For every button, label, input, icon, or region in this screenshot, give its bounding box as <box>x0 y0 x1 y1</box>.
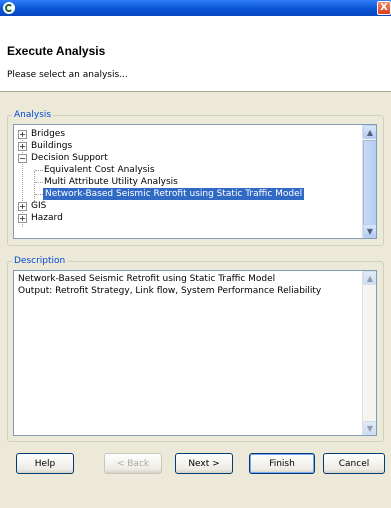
plus-box-icon[interactable]: + <box>18 130 27 139</box>
wizard-header: Execute Analysis Please select an analys… <box>0 16 391 92</box>
analysis-legend: Analysis <box>14 110 52 120</box>
analysis-tree[interactable]: + Bridges + Buildings − Decision Support… <box>13 124 377 239</box>
plus-box-icon[interactable]: + <box>18 142 27 151</box>
tree-item-gis[interactable]: GIS <box>31 200 46 212</box>
description-line-1: Network-Based Seismic Retrofit using Sta… <box>18 274 276 284</box>
tree-item-bridges[interactable]: Bridges <box>31 128 65 140</box>
description-scrollbar[interactable]: ▲ ▼ <box>362 271 376 435</box>
close-button[interactable]: X <box>377 1 391 15</box>
tree-scrollbar[interactable]: ▲ ▼ <box>362 125 376 238</box>
arrow-up-icon[interactable]: ▲ <box>363 271 376 285</box>
next-button[interactable]: Next > <box>175 453 233 474</box>
minus-box-icon[interactable]: − <box>18 154 27 163</box>
help-button[interactable]: Help <box>16 453 74 474</box>
finish-button[interactable]: Finish <box>249 453 315 474</box>
plus-box-icon[interactable]: + <box>18 202 27 211</box>
title-bar[interactable]: X <box>0 0 391 16</box>
arrow-up-icon[interactable]: ▲ <box>363 125 376 139</box>
description-line-2: Output: Retrofit Strategy, Link flow, Sy… <box>18 286 322 296</box>
plus-box-icon[interactable]: + <box>18 214 27 223</box>
arrow-down-icon[interactable]: ▼ <box>363 224 376 238</box>
tree-item-equivalent-cost[interactable]: Equivalent Cost Analysis <box>44 164 155 176</box>
back-button[interactable]: < Back <box>104 453 162 474</box>
arrow-down-icon[interactable]: ▼ <box>363 421 376 435</box>
tree-item-buildings[interactable]: Buildings <box>31 140 72 152</box>
description-legend: Description <box>14 256 66 266</box>
tree-scrollbar-thumb[interactable] <box>363 140 376 225</box>
page-subtitle: Please select an analysis... <box>7 70 128 80</box>
description-text-area[interactable]: Network-Based Seismic Retrofit using Sta… <box>13 270 377 436</box>
tree-item-decision-support[interactable]: Decision Support <box>31 152 108 164</box>
tree-item-multi-attribute[interactable]: Multi Attribute Utility Analysis <box>44 176 178 188</box>
analysis-group: Analysis + Bridges + Buildings − Decisio… <box>7 110 384 246</box>
tree-item-hazard[interactable]: Hazard <box>31 212 63 224</box>
app-logo-icon <box>3 2 15 14</box>
cancel-button[interactable]: Cancel <box>323 453 385 474</box>
tree-item-network-retrofit[interactable]: Network-Based Seismic Retrofit using Sta… <box>43 188 305 200</box>
page-title: Execute Analysis <box>7 44 106 58</box>
description-group: Description Network-Based Seismic Retrof… <box>7 256 384 442</box>
